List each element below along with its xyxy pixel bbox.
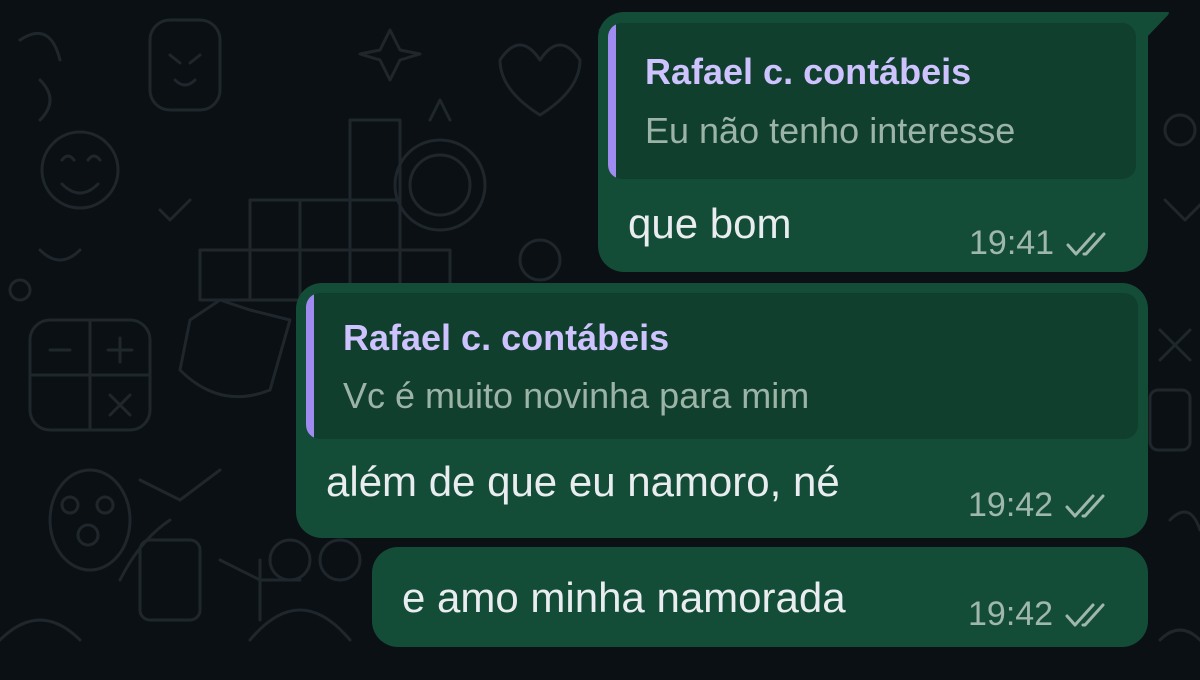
message-meta: 19:41 <box>969 224 1114 263</box>
message-meta: 19:42 <box>968 595 1113 634</box>
message-meta: 19:42 <box>968 486 1113 525</box>
message-time: 19:42 <box>968 595 1054 633</box>
quoted-text: Vc é muito novinha para mim <box>343 375 810 416</box>
bubble-tail <box>1146 12 1169 38</box>
message-text: além de que eu namoro, né <box>326 458 840 505</box>
quoted-text: Eu não tenho interesse <box>645 110 1016 151</box>
quoted-author: Rafael c. contábeis <box>645 51 972 92</box>
quote-accent-bar <box>306 293 314 439</box>
message-time: 19:41 <box>969 224 1055 262</box>
quoted-message[interactable]: Rafael c. contábeis Vc é muito novinha p… <box>306 293 1138 439</box>
quoted-author: Rafael c. contábeis <box>343 317 670 358</box>
quoted-message[interactable]: Rafael c. contábeis Eu não tenho interes… <box>608 23 1136 179</box>
outgoing-message-bubble[interactable]: Rafael c. contábeis Eu não tenho interes… <box>598 12 1169 272</box>
double-check-icon <box>1065 494 1105 517</box>
quote-accent-bar <box>608 23 616 179</box>
message-text: e amo minha namorada <box>402 574 846 621</box>
outgoing-message-bubble[interactable]: e amo minha namorada 19:42 <box>372 547 1148 647</box>
double-check-icon <box>1065 603 1105 626</box>
message-time: 19:42 <box>968 486 1054 524</box>
outgoing-message-bubble[interactable]: Rafael c. contábeis Vc é muito novinha p… <box>296 283 1148 538</box>
double-check-icon <box>1066 232 1106 255</box>
message-text: que bom <box>628 200 792 247</box>
